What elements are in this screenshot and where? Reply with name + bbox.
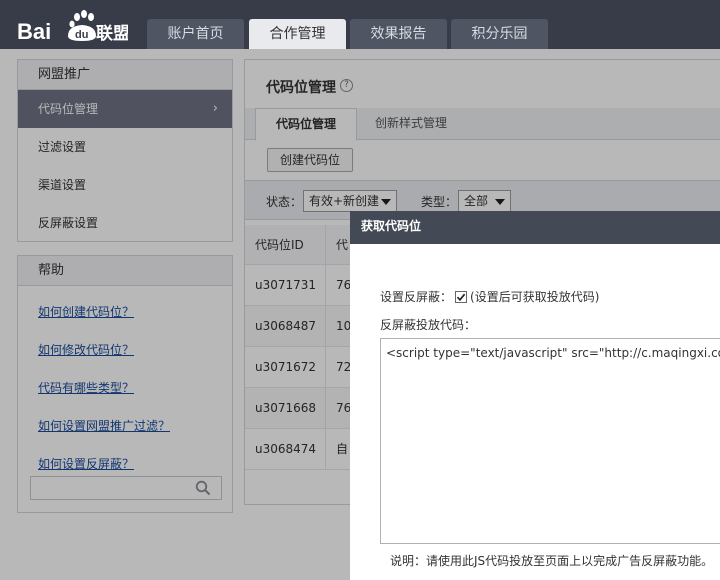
anti-block-hint: (设置后可获取投放代码) [470,290,600,304]
svg-text:联盟: 联盟 [96,24,128,44]
dialog-title: 获取代码位 [350,211,720,244]
checkmark-icon [456,293,466,302]
nav-tab-account-home[interactable]: 账户首页 [147,19,244,49]
anti-block-code-textarea[interactable]: <script type="text/javascript" src="http… [380,338,720,544]
nav-tab-reports[interactable]: 效果报告 [350,19,447,49]
nav-tab-points[interactable]: 积分乐园 [451,19,548,49]
svg-text:Bai: Bai [17,19,51,44]
dialog-note: 说明：请使用此JS代码投放至页面上以完成广告反屏蔽功能。 [390,554,714,568]
get-code-dialog: 获取代码位 设置反屏蔽： (设置后可获取投放代码) 反屏蔽投放代码： <scrip… [350,211,720,580]
anti-block-setting-row: 设置反屏蔽： (设置后可获取投放代码) [380,288,599,305]
baidu-union-logo[interactable]: du Bai 联盟 [16,6,128,46]
top-header: du Bai 联盟 账户首页 合作管理 效果报告 积分乐园 [0,0,720,49]
svg-text:du: du [75,29,88,41]
anti-block-label: 设置反屏蔽： [380,290,453,304]
nav-tab-cooperation[interactable]: 合作管理 [249,19,346,49]
anti-block-checkbox[interactable] [455,291,468,303]
anti-block-code-label: 反屏蔽投放代码： [380,318,477,332]
